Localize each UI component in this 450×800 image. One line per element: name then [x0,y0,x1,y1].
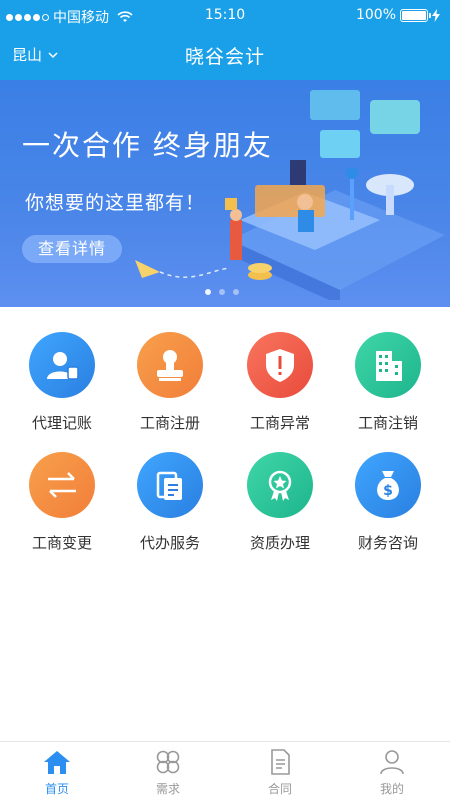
badge-icon [247,452,313,518]
clover-icon [156,750,180,774]
bottom-tab-bar: 首页 需求 合同 我的 [0,741,450,800]
service-agent-services[interactable]: 代办服务 [120,452,220,553]
battery-percent: 100% [355,7,396,23]
building-icon [355,332,421,398]
service-label: 工商注册 [139,414,200,432]
tab-profile[interactable]: 我的 [352,748,432,797]
tab-label: 首页 [44,782,69,796]
service-label: 代理记账 [31,414,92,432]
status-bar: 中国移动 15:10 100% [0,0,450,32]
tab-label: 我的 [379,782,404,796]
nav-bar: 昆山 晓谷会计 [0,32,450,80]
banner-pager [205,289,239,295]
service-label: 资质办理 [249,534,310,552]
page-title: 晓谷会计 [184,46,265,68]
promo-banner[interactable]: 一次合作 终身朋友 你想要的这里都有！ 查看详情 [0,80,450,307]
service-label: 工商变更 [31,534,92,552]
pager-dot [233,289,239,295]
top-bar: 中国移动 15:10 100% 昆山 晓谷会计 [0,0,450,80]
service-business-deregistration[interactable]: 工商注销 [338,332,438,433]
service-agency-bookkeeping[interactable]: 代理记账 [12,332,112,433]
tab-home[interactable]: 首页 [17,748,97,797]
service-label: 代办服务 [139,534,200,552]
service-qualification[interactable]: 资质办理 [230,452,330,553]
accountant-icon [29,332,95,398]
service-business-abnormal[interactable]: 工商异常 [230,332,330,433]
tab-contract[interactable]: 合同 [240,748,320,797]
status-right: 100% [356,7,440,23]
money-bag-icon: $ [355,452,421,518]
exchange-icon [29,452,95,518]
shield-alert-icon [247,332,313,398]
documents-icon [137,452,203,518]
banner-subline: 你想要的这里都有！ [25,192,206,214]
pager-dot [205,289,211,295]
service-financial-consulting[interactable]: $ 财务咨询 [338,452,438,553]
tab-label: 合同 [267,782,292,796]
tab-label: 需求 [155,782,180,796]
service-label: 工商注销 [357,414,418,432]
profile-icon [380,750,404,775]
home-icon [44,751,70,774]
service-business-registration[interactable]: 工商注册 [120,332,220,433]
service-label: 工商异常 [249,414,310,432]
contract-icon [271,749,290,775]
banner-details-button[interactable]: 查看详情 [22,235,122,263]
tab-demand[interactable]: 需求 [128,748,208,797]
stamp-icon [137,332,203,398]
svg-text:$: $ [383,483,393,499]
battery-icon [400,8,431,22]
service-label: 财务咨询 [357,534,418,552]
charging-icon [432,8,440,22]
pager-dot [219,289,225,295]
service-business-change[interactable]: 工商变更 [12,452,112,553]
